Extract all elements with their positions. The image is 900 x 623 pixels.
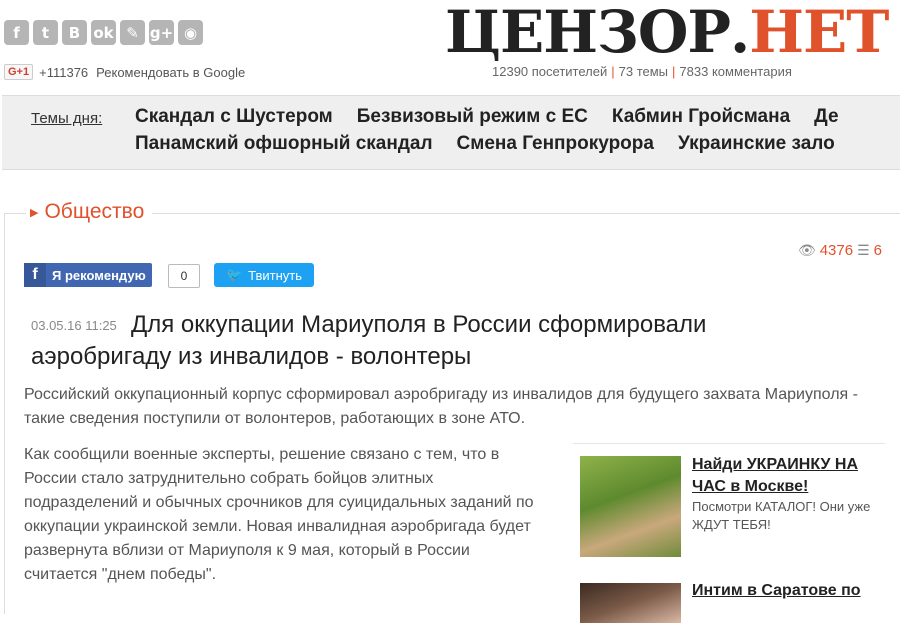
tweet-label: Твитнуть (248, 267, 303, 283)
googleplus-icon[interactable]: g+ (149, 20, 174, 45)
topics-line-2: Панамский офшорный скандал Смена Генпрок… (135, 133, 835, 155)
chevron-right-icon: ▶ (30, 206, 39, 219)
facebook-recommend-count: 0 (168, 264, 200, 288)
topic-link[interactable]: Украинские зало (678, 133, 835, 155)
logo-dot: . (730, 0, 750, 66)
section-title-label: Общество (44, 200, 145, 223)
article-body: Как сообщили военные эксперты, решение с… (24, 446, 534, 583)
gplus-recommend-text[interactable]: Рекомендовать в Google (96, 65, 256, 80)
gplus-count: +111376 (39, 64, 89, 80)
topic-link[interactable]: Кабмин Гройсмана (612, 106, 790, 128)
topics-label: Темы дня: (31, 110, 103, 127)
odnoklassniki-icon[interactable]: ok (91, 20, 116, 45)
gplus-recommend[interactable]: G+1 +111376 Рекомендовать в Google (4, 64, 256, 80)
views-count: 4376 (819, 242, 854, 259)
stats-topics[interactable]: 73 темы (619, 64, 668, 79)
topic-link[interactable]: Де (814, 106, 838, 128)
section-title[interactable]: ▶ Общество (26, 200, 153, 224)
topic-link[interactable]: Безвизовый режим с ЕС (357, 106, 588, 128)
ad-image[interactable] (580, 456, 681, 557)
article-lead: Российский оккупационный корпус сформиро… (24, 386, 858, 427)
stats-visitors: 12390 посетителей (492, 64, 608, 79)
eye-icon: 👁 (797, 242, 816, 258)
topics-line-1: Скандал с Шустером Безвизовый режим с ЕС… (135, 106, 839, 128)
social-icons-row: f t B ok ✎ g+ ◉ (4, 20, 203, 45)
topic-link[interactable]: Панамский офшорный скандал (135, 133, 433, 155)
article-title: Для оккупации Мариуполя в России сформир… (31, 309, 781, 373)
twitter-icon[interactable]: t (33, 20, 58, 45)
livejournal-icon[interactable]: ✎ (120, 20, 145, 45)
topics-bar: Темы дня: Скандал с Шустером Безвизовый … (2, 95, 900, 170)
facebook-icon: f (24, 263, 46, 287)
rss-icon[interactable]: ◉ (178, 20, 203, 45)
twitter-bird-icon: 🐦 (225, 267, 243, 282)
topic-link[interactable]: Скандал с Шустером (135, 106, 333, 128)
stats-comments[interactable]: 7833 комментария (679, 64, 791, 79)
topic-link[interactable]: Смена Генпрокурора (457, 133, 654, 155)
comments-icon: ☰ (857, 242, 870, 258)
article-counters: 👁 4376 ☰ 6 (798, 242, 882, 259)
gplus-one-button[interactable]: G+1 (4, 64, 34, 80)
comments-count[interactable]: 6 (874, 242, 882, 259)
facebook-recommend-button[interactable]: f Я рекомендую (24, 263, 152, 287)
site-stats: 12390 посетителей | 73 темы | 7833 комментар… (492, 64, 792, 79)
facebook-recommend-label: Я рекомендую (52, 267, 146, 283)
vk-icon[interactable]: B (62, 20, 87, 45)
logo-text-main: ЦЕНЗОР (445, 0, 731, 66)
ad-image[interactable] (580, 583, 681, 623)
tweet-button[interactable]: 🐦 Твитнуть (214, 263, 314, 287)
ad-text: Посмотри КАТАЛОГ! Они уже ЖДУТ ТЕБЯ! (692, 499, 871, 532)
site-logo[interactable]: ЦЕНЗОР. НЕТ (445, 0, 889, 66)
ad-block[interactable]: Найди УКРАИНКУ НА ЧАС в Москве! Посмотри… (573, 443, 885, 557)
article-title-text: Для оккупации Мариуполя в России сформир… (31, 311, 707, 370)
facebook-icon[interactable]: f (4, 20, 29, 45)
logo-text-accent: НЕТ (749, 0, 889, 66)
ad-title[interactable]: Найди УКРАИНКУ НА ЧАС в Москве! (692, 454, 882, 498)
